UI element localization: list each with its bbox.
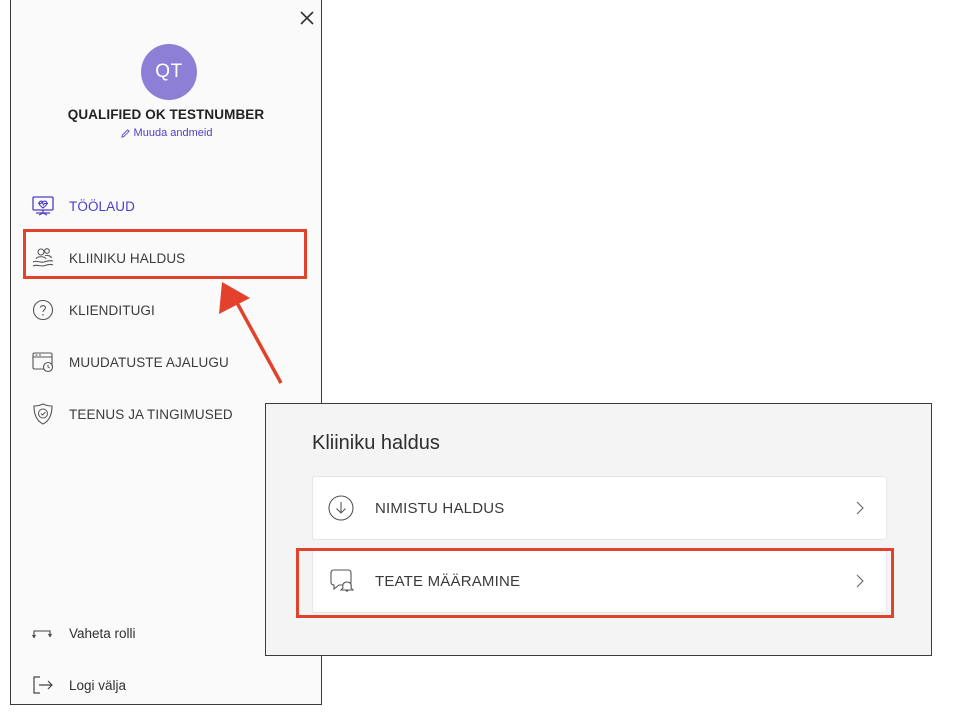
list-item-label: NIMISTU HALDUS (375, 499, 505, 517)
highlight-box-teate-maaramine (296, 548, 894, 618)
chevron-right-icon (856, 501, 864, 515)
download-circle-icon (328, 495, 354, 521)
clinic-management-card: Kliiniku haldus NIMISTU HALDUS TEATE MÄÄ… (265, 403, 932, 656)
card-title: Kliiniku haldus (312, 432, 440, 454)
list-item-nimistu-haldus[interactable]: NIMISTU HALDUS (312, 476, 887, 540)
